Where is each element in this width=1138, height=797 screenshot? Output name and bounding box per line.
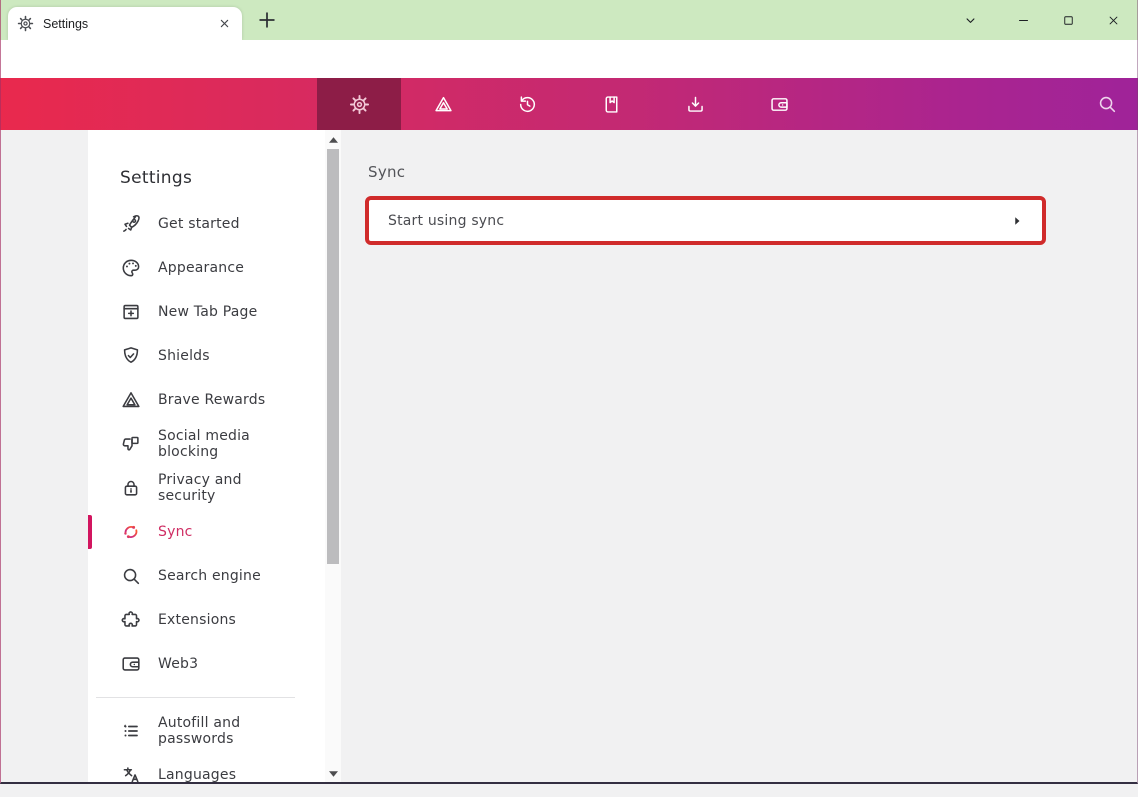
scroll-down-icon[interactable] <box>325 767 341 781</box>
close-window-button[interactable] <box>1091 4 1136 36</box>
sync-icon <box>120 521 142 543</box>
sidebar-item-web3[interactable]: Web3 <box>88 642 325 686</box>
bookmarks-icon <box>601 94 622 115</box>
sidebar-item-label: Appearance <box>158 260 298 276</box>
scroll-up-icon[interactable] <box>325 133 341 147</box>
sidebar-item-get-started[interactable]: Get started <box>88 202 325 246</box>
sidebar-item-autofill-and-passwords[interactable]: Autofill and passwords <box>88 709 325 753</box>
sidebar-item-label: Web3 <box>158 656 298 672</box>
rewards-triangle-icon <box>120 389 142 411</box>
sidebar-item-label: Languages <box>158 767 298 783</box>
palette-icon <box>120 257 142 279</box>
navigation-bar: Brave brave://settings/braveSync VPN <box>0 40 1138 78</box>
maximize-button[interactable] <box>1046 4 1091 36</box>
wallet-icon <box>769 94 790 115</box>
sidebar-item-privacy-and-security[interactable]: Privacy and security <box>88 466 325 510</box>
sidebar-item-label: Search engine <box>158 568 298 584</box>
shield-check-icon <box>120 345 142 367</box>
banner-button-downloads-icon[interactable] <box>653 78 737 130</box>
tab-title: Settings <box>43 17 216 31</box>
sidebar-item-appearance[interactable]: Appearance <box>88 246 325 290</box>
sidebar-item-label: Autofill and passwords <box>158 715 298 747</box>
history-icon <box>517 94 538 115</box>
autofill-list-icon <box>120 720 142 742</box>
settings-feature-banner <box>0 78 1138 130</box>
tab-search-chevron-icon[interactable] <box>948 4 993 36</box>
banner-button-brave-rewards-icon[interactable] <box>401 78 485 130</box>
start-using-sync-label: Start using sync <box>388 213 504 229</box>
sidebar-item-new-tab-page[interactable]: New Tab Page <box>88 290 325 334</box>
banner-button-bookmarks-icon[interactable] <box>569 78 653 130</box>
start-using-sync-row[interactable]: Start using sync <box>365 196 1046 245</box>
translate-icon <box>120 764 142 786</box>
puzzle-icon <box>120 609 142 631</box>
sidebar-item-extensions[interactable]: Extensions <box>88 598 325 642</box>
sidebar-nav-list: Get started Appearance New Tab Page Shields… <box>88 202 325 797</box>
sidebar-item-search-engine[interactable]: Search engine <box>88 554 325 598</box>
sidebar-item-label: Brave Rewards <box>158 392 298 408</box>
sidebar-scrollbar[interactable] <box>325 130 341 784</box>
settings-gear-icon <box>17 15 34 32</box>
lock-icon <box>120 477 142 499</box>
banner-icon-row <box>317 78 821 130</box>
sidebar-divider <box>96 697 295 698</box>
new-tab-button[interactable] <box>256 9 278 31</box>
brave-rewards-icon <box>433 94 454 115</box>
sidebar-item-label: Social media blocking <box>158 428 298 460</box>
minimize-button[interactable] <box>1001 4 1046 36</box>
settings-gear-icon <box>349 94 370 115</box>
sidebar-title: Settings <box>120 168 325 188</box>
scrollbar-thumb[interactable] <box>327 149 339 564</box>
rocket-icon <box>120 213 142 235</box>
banner-button-wallet-icon[interactable] <box>737 78 821 130</box>
banner-button-history-icon[interactable] <box>485 78 569 130</box>
wallet-icon <box>120 653 142 675</box>
titlebar: Settings <box>0 0 1138 40</box>
window-controls <box>948 0 1136 40</box>
social-blocking-icon <box>120 433 142 455</box>
section-title: Sync <box>368 163 1138 181</box>
sidebar-item-label: New Tab Page <box>158 304 298 320</box>
sidebar-item-social-media-blocking[interactable]: Social media blocking <box>88 422 325 466</box>
main-area: Settings Get started Appearance New Tab Pa… <box>0 130 1138 784</box>
settings-content: Sync Start using sync <box>341 130 1138 784</box>
settings-sidebar: Settings Get started Appearance New Tab Pa… <box>88 130 325 784</box>
sidebar-item-sync[interactable]: Sync <box>88 510 325 554</box>
sidebar-item-label: Extensions <box>158 612 298 628</box>
tab-close-icon[interactable] <box>216 15 233 32</box>
sidebar-item-languages[interactable]: Languages <box>88 753 325 797</box>
downloads-icon <box>685 94 706 115</box>
magnifier-icon <box>120 565 142 587</box>
sidebar-item-label: Sync <box>158 524 298 540</box>
sidebar-item-label: Shields <box>158 348 298 364</box>
sidebar-item-label: Privacy and security <box>158 472 298 504</box>
settings-search-icon[interactable] <box>1096 93 1118 115</box>
new-tab-icon <box>120 301 142 323</box>
sidebar-item-shields[interactable]: Shields <box>88 334 325 378</box>
sidebar-item-brave-rewards[interactable]: Brave Rewards <box>88 378 325 422</box>
chevron-right-icon <box>1011 215 1023 227</box>
browser-tab-settings[interactable]: Settings <box>8 7 242 40</box>
banner-button-settings-gear-icon[interactable] <box>317 78 401 130</box>
sidebar-item-label: Get started <box>158 216 298 232</box>
